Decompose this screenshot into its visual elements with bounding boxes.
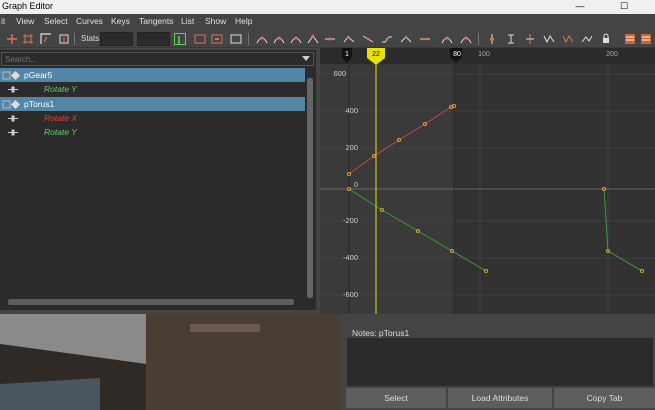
menu-view[interactable]: View — [16, 16, 34, 26]
linear-tangent-icon[interactable] — [307, 33, 319, 45]
stats-value-field[interactable] — [137, 32, 170, 46]
search-bar — [1, 52, 314, 66]
outliner-channel-ptorus1-rotate-y[interactable]: Rotate Y — [0, 125, 305, 139]
value-label: -400 — [343, 253, 358, 262]
menu-help[interactable]: Help — [235, 16, 252, 26]
trax-editor-icon[interactable] — [640, 33, 652, 45]
scrollbar-thumb[interactable] — [8, 299, 294, 305]
key-stats-icon[interactable] — [486, 33, 498, 45]
channel-curve-icon — [8, 114, 18, 123]
search-dropdown-icon[interactable] — [302, 56, 310, 61]
outliner-item-pgear5[interactable]: pGear5 — [0, 68, 305, 82]
select-button[interactable]: Select — [346, 388, 446, 408]
search-input[interactable] — [2, 53, 292, 65]
value-label: 0 — [354, 180, 358, 189]
menu-curves[interactable]: Curves — [76, 16, 103, 26]
time-label: 80 — [453, 51, 461, 58]
expand-icon[interactable] — [2, 100, 11, 109]
transform-node-icon — [11, 71, 20, 80]
time-label: 1 — [345, 51, 349, 58]
title-bar: Graph Editor — ☐ — [0, 0, 655, 14]
outliner-vertical-scrollbar[interactable] — [306, 66, 314, 302]
pre-infinity-cycle-icon[interactable] — [543, 33, 555, 45]
lock-tangent-weight-icon[interactable] — [441, 33, 453, 45]
outliner-item-label: pTorus1 — [24, 99, 55, 109]
transform-node-icon — [11, 100, 20, 109]
menu-show[interactable]: Show — [205, 16, 226, 26]
unify-tangents-icon[interactable] — [419, 33, 431, 45]
frame-selection-icon[interactable] — [211, 33, 223, 45]
dope-sheet-icon[interactable] — [624, 33, 636, 45]
toolbar-separator — [248, 33, 249, 45]
break-tangents-icon[interactable] — [400, 33, 412, 45]
channel-toggle-icon[interactable] — [174, 33, 186, 45]
time-label: 200 — [606, 51, 618, 58]
infinity-icon[interactable] — [524, 33, 536, 45]
expand-icon[interactable] — [2, 71, 11, 80]
step-next-tangent-icon[interactable] — [362, 33, 374, 45]
copy-tab-button[interactable]: Copy Tab — [554, 388, 655, 408]
current-frame-label: 22 — [372, 51, 380, 58]
stats-label: Stats — [81, 34, 100, 43]
outliner-item-label: Rotate X — [44, 113, 78, 123]
value-label: -600 — [343, 290, 358, 299]
value-label: 600 — [333, 69, 346, 78]
outliner-item-label: Rotate Y — [44, 84, 77, 94]
minimize-icon[interactable]: — — [566, 0, 594, 14]
menu-bar: it View Select Curves Keys Tangents List… — [0, 14, 655, 30]
curve-graph[interactable]: 600 400 200 0 -200 -400 -600 1 80 100 20… — [320, 48, 655, 314]
load-attributes-button[interactable]: Load Attributes — [448, 388, 552, 408]
outliner-item-label: Rotate Y — [44, 127, 77, 137]
value-label: 400 — [345, 106, 358, 115]
scene-viewport[interactable] — [0, 314, 340, 410]
outliner-horizontal-scrollbar[interactable] — [0, 298, 306, 306]
outliner-channel-ptorus1-rotate-x[interactable]: Rotate X — [0, 111, 305, 125]
lock-icon[interactable] — [600, 33, 612, 45]
graph-view[interactable]: 600 400 200 0 -200 -400 -600 1 80 100 20… — [320, 48, 655, 314]
outliner-channel-pgear5-rotate-y[interactable]: Rotate Y — [0, 82, 305, 96]
lattice-deform-icon[interactable] — [40, 33, 52, 45]
outliner-item-ptorus1[interactable]: pTorus1 — [0, 97, 305, 111]
menu-edit[interactable]: it — [1, 16, 5, 26]
graph-toolbar: Stats — [0, 30, 655, 48]
region-keys-icon[interactable] — [58, 33, 70, 45]
plateau-tangent-icon[interactable] — [381, 33, 393, 45]
menu-tangents[interactable]: Tangents — [139, 16, 174, 26]
scrollbar-thumb[interactable] — [307, 78, 313, 298]
move-nearest-key-icon[interactable] — [6, 33, 18, 45]
toolbar-separator — [478, 33, 479, 45]
free-tangent-weight-icon[interactable] — [460, 33, 472, 45]
channel-curve-icon — [8, 128, 18, 137]
maximize-icon[interactable]: ☐ — [610, 0, 638, 14]
notes-text-area[interactable] — [347, 338, 653, 386]
step-tangent-icon[interactable] — [343, 33, 355, 45]
auto-tangent-icon[interactable] — [256, 33, 268, 45]
channel-curve-icon — [8, 85, 18, 94]
viewport-render — [0, 314, 340, 410]
post-infinity-cycle-icon[interactable] — [562, 33, 574, 45]
flat-tangent-icon[interactable] — [324, 33, 336, 45]
stats-time-field[interactable] — [100, 32, 133, 46]
outliner-item-label: pGear5 — [24, 70, 53, 80]
cycle-offset-icon[interactable] — [581, 33, 593, 45]
buffer-curve-icon[interactable] — [505, 33, 517, 45]
notes-panel: Notes: pTorus1 Select Load Attributes Co… — [344, 318, 655, 410]
insert-keys-icon[interactable] — [22, 33, 34, 45]
notes-label: Notes: pTorus1 — [352, 328, 410, 338]
frame-playback-range-icon[interactable] — [230, 33, 242, 45]
menu-keys[interactable]: Keys — [111, 16, 130, 26]
frame-all-icon[interactable] — [194, 33, 206, 45]
window-title: Graph Editor — [2, 1, 54, 11]
clamped-tangent-icon[interactable] — [290, 33, 302, 45]
time-label: 100 — [478, 51, 490, 58]
menu-list[interactable]: List — [181, 16, 194, 26]
outliner-panel: pGear5 Rotate Y pTorus1 Rotate X Rotate … — [0, 50, 316, 310]
spline-tangent-icon[interactable] — [273, 33, 285, 45]
value-label: 200 — [345, 143, 358, 152]
value-label: -200 — [343, 216, 358, 225]
toolbar-separator — [74, 33, 75, 45]
menu-select[interactable]: Select — [44, 16, 68, 26]
